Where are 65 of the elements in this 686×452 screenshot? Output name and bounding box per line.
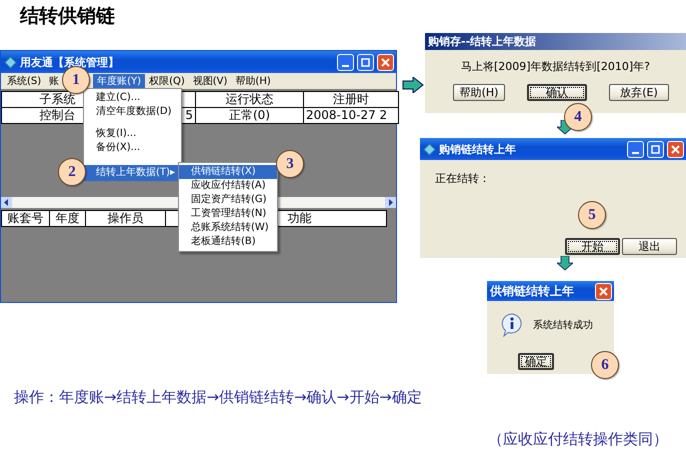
left-arrow-icon [3, 199, 10, 206]
maximize-button[interactable] [647, 140, 664, 158]
close-button[interactable] [667, 140, 684, 158]
dialog-button[interactable]: 确认 [527, 84, 587, 101]
menu-item[interactable]: 老板通结转(B) [179, 235, 256, 249]
menu-item[interactable]: 系统(S) [3, 74, 46, 88]
close-button[interactable] [595, 282, 612, 300]
menu-item[interactable]: 结转上年数据(T)▸ [84, 165, 181, 181]
column-header: 年度 [56, 212, 80, 225]
app-icon [423, 142, 436, 156]
right-arrow [402, 77, 424, 93]
close-icon [599, 286, 608, 296]
table-cell: 正常(0) [229, 108, 270, 122]
app-icon [4, 56, 17, 68]
menu-item[interactable]: 账 [45, 74, 64, 88]
menu-item[interactable]: 视图(V) [188, 74, 232, 88]
dialog-message: 马上将[2009]年数据结转到[2010]年? [460, 59, 651, 74]
menu-item[interactable]: 建立(C)... [84, 91, 181, 105]
menu-item[interactable]: 总账系统结转(W) [179, 221, 269, 235]
close-button[interactable] [377, 54, 394, 70]
maximize-button[interactable] [357, 54, 374, 70]
dialog-message: 系统结转成功 [533, 318, 593, 332]
dialog-button[interactable]: 放弃(E) [609, 84, 669, 101]
slide-title: 结转供销链 [20, 4, 115, 29]
minimize-button[interactable] [627, 140, 644, 158]
minimize-icon [342, 65, 349, 67]
menu-item[interactable]: 权限(Q) [145, 74, 189, 88]
menu-item[interactable]: 帮助(H) [231, 74, 275, 88]
step-number-badge: 6 [591, 351, 619, 379]
dialog-button[interactable]: 退出 [622, 238, 677, 255]
maximize-icon [651, 144, 660, 154]
table-cell: 控制台 [40, 108, 76, 122]
minimize-button[interactable] [337, 54, 354, 70]
right-arrow-icon [387, 199, 394, 206]
table-cell: 5 [185, 108, 193, 122]
window-title: 购销链结转上年 [439, 142, 517, 156]
down-arrow [557, 256, 573, 270]
column-header: 运行状态 [226, 92, 274, 106]
dialog-button[interactable]: 帮助(H) [453, 84, 505, 101]
maximize-icon [361, 58, 370, 66]
column-header: 注册时 [333, 92, 369, 106]
menu-item[interactable]: 应收应付结转(A) [179, 179, 266, 193]
menu-item[interactable]: 备份(X)... [84, 141, 181, 155]
info-icon [501, 313, 523, 337]
window-title: 购销存--结转上年数据 [428, 34, 538, 49]
scroll-right-button[interactable] [385, 197, 396, 208]
close-icon [381, 58, 390, 66]
column-header: 子系统 [40, 92, 76, 106]
scroll-left-button[interactable] [1, 197, 12, 208]
menu-item[interactable]: 年度账(Y) [93, 74, 146, 88]
minimize-icon [632, 152, 639, 154]
close-icon [671, 144, 680, 154]
window-title: 供销链结转上年 [490, 282, 575, 300]
menu-item[interactable]: 清空年度数据(D) [84, 105, 181, 119]
column-header: 账套号 [8, 212, 44, 225]
menu-item[interactable]: 固定资产结转(G) [179, 193, 267, 207]
note-text: （应收应付结转操作类同） [488, 430, 668, 449]
menu-item[interactable]: 工资管理结转(N) [179, 207, 266, 221]
menu-item[interactable]: 恢复(I)... [84, 127, 181, 141]
table-cell: 2008-10-27 2 [306, 108, 388, 122]
menu-item[interactable]: 供销链结转(X) [179, 165, 277, 179]
column-header: 操作员 [108, 212, 144, 225]
status-label: 正在结转： [435, 171, 491, 186]
column-header: 功能 [288, 212, 312, 225]
instruction-text: 操作：年度账→结转上年数据→供销链结转→确认→开始→确定 [14, 388, 422, 407]
